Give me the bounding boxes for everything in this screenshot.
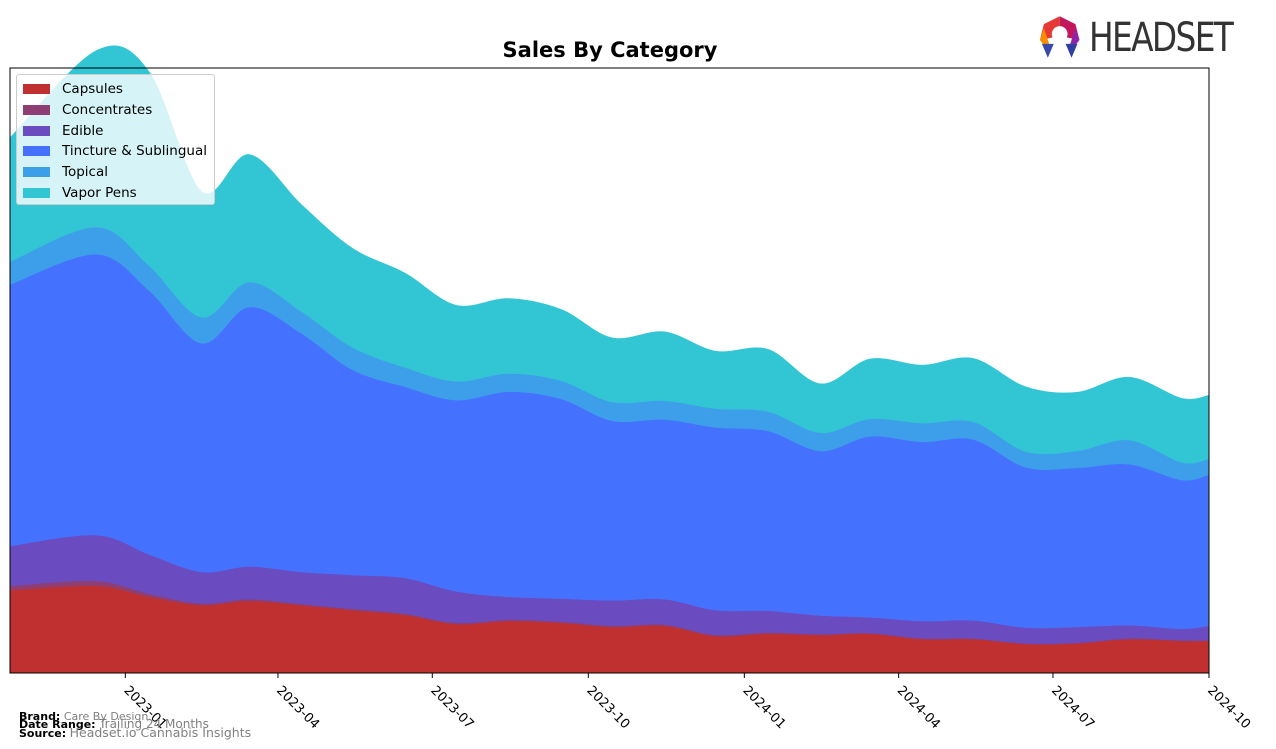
legend-item-tincture-sublingual: Tincture & Sublingual <box>23 142 207 160</box>
x-tick-label: 2024-04 <box>894 683 943 732</box>
x-tick-label: 2024-07 <box>1048 683 1097 732</box>
legend-item-capsules: Capsules <box>23 80 123 98</box>
x-tick-label: 2023-10 <box>583 683 632 732</box>
legend-label: Edible <box>62 123 104 139</box>
source-label: Source: <box>19 727 67 740</box>
headset-logo-icon <box>1039 16 1080 58</box>
headset-logo: HEADSET <box>1036 14 1264 62</box>
legend-swatch <box>23 167 50 177</box>
legend-item-topical: Topical <box>23 163 108 181</box>
legend-swatch <box>23 146 50 156</box>
x-axis: 2023-01 2023-04 2023-07 2023-10 2024-01 2024-… <box>120 673 1253 732</box>
legend-item-vapor-pens: Vapor Pens <box>23 184 137 202</box>
legend-swatch <box>23 126 50 136</box>
x-tick-label: 2023-07 <box>427 683 476 732</box>
footer-source: Source: Headset.io Cannabis Insights <box>19 725 252 740</box>
legend-swatch <box>23 84 50 94</box>
source-value: Headset.io Cannabis Insights <box>69 725 252 740</box>
legend-item-edible: Edible <box>23 122 103 140</box>
legend: Capsules Concentrates Edible Tincture & … <box>16 74 215 205</box>
legend-label: Vapor Pens <box>62 185 137 201</box>
x-tick-label: 2024-01 <box>739 683 788 732</box>
legend-swatch <box>23 188 50 198</box>
logo-text: HEADSET <box>1089 15 1234 61</box>
legend-label: Concentrates <box>62 102 153 118</box>
legend-label: Topical <box>62 164 108 180</box>
legend-item-concentrates: Concentrates <box>23 101 152 119</box>
x-tick-label: 2024-10 <box>1204 683 1253 732</box>
legend-swatch <box>23 105 50 115</box>
x-tick-label: 2023-04 <box>273 683 322 732</box>
legend-label: Tincture & Sublingual <box>62 143 207 159</box>
legend-label: Capsules <box>62 81 123 97</box>
